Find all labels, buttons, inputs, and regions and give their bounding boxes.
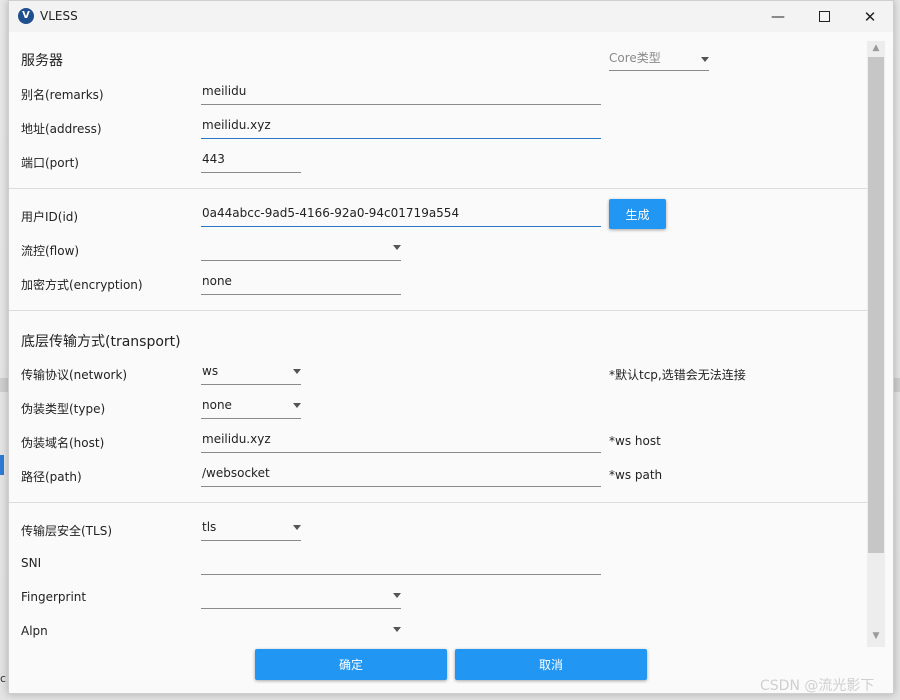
alpn-value — [201, 622, 202, 636]
host-note: *ws host — [609, 434, 661, 448]
fingerprint-label: Fingerprint — [21, 590, 87, 604]
chevron-down-icon — [293, 525, 301, 530]
window-title: VLESS — [40, 9, 78, 23]
encryption-input[interactable]: none — [201, 270, 401, 295]
chevron-down-icon — [393, 245, 401, 250]
scroll-down-icon[interactable]: ▼ — [867, 629, 885, 644]
divider — [9, 310, 867, 311]
cancel-button[interactable]: 取消 — [455, 649, 647, 680]
type-label: 伪装类型(type) — [21, 402, 106, 416]
network-value: ws — [202, 364, 219, 378]
core-type-select[interactable]: Core类型 — [609, 48, 709, 71]
port-input[interactable]: 443 — [201, 148, 301, 173]
maximize-icon — [818, 11, 830, 22]
type-value: none — [202, 398, 232, 412]
encryption-label: 加密方式(encryption) — [21, 278, 143, 292]
divider — [9, 502, 867, 503]
scrollbar-thumb[interactable] — [868, 57, 884, 553]
network-note: *默认tcp,选错会无法连接 — [609, 368, 746, 382]
watermark: CSDN @流光影下 — [760, 678, 875, 694]
host-label: 伪装域名(host) — [21, 436, 105, 450]
user-id-label: 用户ID(id) — [21, 210, 79, 224]
network-select[interactable]: ws — [201, 360, 301, 385]
host-input[interactable]: meilidu.xyz — [201, 428, 601, 453]
tls-select[interactable]: tls — [201, 516, 301, 541]
section-title-server: 服务器 — [21, 53, 63, 69]
close-button[interactable]: ✕ — [847, 1, 893, 32]
port-value: 443 — [202, 152, 225, 166]
sni-input[interactable] — [201, 550, 601, 575]
divider — [9, 188, 867, 189]
tls-value: tls — [202, 520, 217, 534]
sni-value — [201, 554, 202, 568]
path-input[interactable]: /websocket — [201, 462, 601, 487]
user-id-value: 0a44abcc-9ad5-4166-92a0-94c01719a554 — [202, 206, 460, 220]
section-title-transport: 底层传输方式(transport) — [21, 334, 181, 350]
alpn-select[interactable] — [201, 618, 401, 642]
fingerprint-value — [201, 588, 202, 602]
remarks-label: 别名(remarks) — [21, 88, 104, 102]
chevron-down-icon — [701, 57, 709, 62]
alpn-label: Alpn — [21, 624, 48, 638]
minimize-icon: — — [771, 8, 785, 25]
vertical-scrollbar[interactable]: ▲ ▼ — [867, 41, 885, 647]
vless-dialog: V VLESS — ✕ 服务器 Core类型 别名(remarks) meili… — [8, 0, 894, 694]
chevron-down-icon — [293, 369, 301, 374]
scroll-up-icon[interactable]: ▲ — [867, 41, 885, 56]
generate-button[interactable]: 生成 — [609, 199, 666, 229]
desktop-accent — [0, 455, 4, 475]
flow-label: 流控(flow) — [21, 244, 80, 258]
tls-label: 传输层安全(TLS) — [21, 524, 112, 538]
form-content: 服务器 Core类型 别名(remarks) meilidu 地址(addres… — [9, 32, 867, 642]
ok-button[interactable]: 确定 — [255, 649, 447, 680]
app-logo-icon: V — [18, 8, 34, 24]
close-icon: ✕ — [863, 7, 877, 26]
type-select[interactable]: none — [201, 394, 301, 419]
chevron-down-icon — [393, 593, 401, 598]
path-label: 路径(path) — [21, 470, 82, 484]
minimize-button[interactable]: — — [755, 1, 801, 32]
host-value: meilidu.xyz — [202, 432, 271, 446]
chevron-down-icon — [293, 403, 301, 408]
core-type-placeholder: Core类型 — [609, 51, 661, 65]
flow-value — [201, 240, 202, 254]
encryption-value: none — [202, 274, 232, 288]
fingerprint-select[interactable] — [201, 584, 401, 609]
maximize-button[interactable] — [801, 1, 847, 32]
port-label: 端口(port) — [21, 156, 79, 170]
remarks-input[interactable]: meilidu — [201, 80, 601, 105]
path-note: *ws path — [609, 468, 663, 482]
user-id-input[interactable]: 0a44abcc-9ad5-4166-92a0-94c01719a554 — [201, 202, 601, 227]
desktop-text-fragment: c — [0, 672, 7, 685]
sni-label: SNI — [21, 556, 42, 570]
chevron-down-icon — [393, 627, 401, 632]
remarks-value: meilidu — [202, 84, 247, 98]
address-value: meilidu.xyz — [202, 118, 271, 132]
network-label: 传输协议(network) — [21, 368, 128, 382]
address-label: 地址(address) — [21, 122, 102, 136]
title-bar[interactable]: V VLESS — ✕ — [9, 1, 893, 32]
flow-select[interactable] — [201, 236, 401, 261]
address-input[interactable]: meilidu.xyz — [201, 114, 601, 139]
path-value: /websocket — [202, 466, 270, 480]
